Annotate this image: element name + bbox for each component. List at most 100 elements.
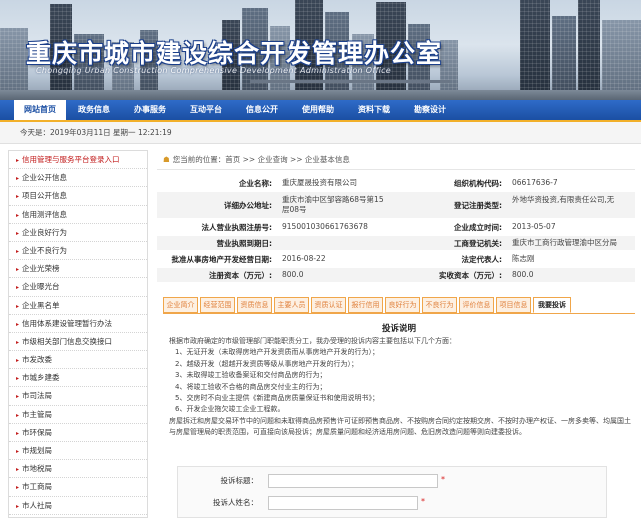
sidebar-item[interactable]: ▸ 企业公开信息 bbox=[9, 169, 147, 188]
nav-services[interactable]: 办事服务 bbox=[124, 100, 176, 120]
bullet-arrow-icon: ▸ bbox=[16, 193, 20, 201]
nav-gov-info[interactable]: 政务信息 bbox=[70, 100, 118, 120]
site-subtitle: Chongqing Urban Construction Comprehensi… bbox=[36, 66, 392, 75]
tab-evaluation[interactable]: 评价信息 bbox=[459, 297, 494, 313]
sidebar-item[interactable]: ▸ 企业不良行为 bbox=[9, 242, 147, 261]
skyline-building bbox=[578, 0, 600, 100]
approval-date: 2016-08-22 bbox=[282, 254, 326, 263]
complaint-note: 房屋拆迁和房屋交易环节中的问题和未取得商品房预售许可证即预售商品房、不按购房合同… bbox=[169, 416, 631, 437]
sidebar-item[interactable]: ▸ 市级相关部门信息交换接口 bbox=[9, 333, 147, 352]
bullet-arrow-icon: ▸ bbox=[16, 247, 20, 255]
tab-business-scope[interactable]: 经营范围 bbox=[200, 297, 235, 313]
breadcrumb-path[interactable]: 首页 >> 企业查询 >> 企业基本信息 bbox=[225, 155, 350, 164]
sidebar-item[interactable]: ▸ 市城乡建委 bbox=[9, 369, 147, 388]
bullet-arrow-icon: ▸ bbox=[16, 157, 20, 164]
complainant-name-input[interactable] bbox=[268, 496, 418, 510]
paid-capital: 800.0 bbox=[512, 270, 534, 279]
sidebar-item[interactable]: ▸ 信用体系建设管理暂行办法 bbox=[9, 315, 147, 333]
sidebar: ▸ 信用管理与服务平台登录入口 ▸ 企业公开信息 ▸ 项目公开信息 ▸ 信用测评信息 ▸… bbox=[8, 150, 148, 518]
bullet-arrow-icon: ▸ bbox=[16, 211, 20, 219]
bullet-arrow-icon: ▸ bbox=[16, 357, 20, 365]
tab-certification[interactable]: 资质认证 bbox=[311, 297, 346, 313]
sidebar-item[interactable]: ▸ 市发改委 bbox=[9, 351, 147, 370]
bullet-arrow-icon: ▸ bbox=[16, 302, 20, 310]
info-row: 批准从事房地产开发经营日期: 2016-08-22 法定代表人: 陈志刚 bbox=[171, 254, 535, 264]
nav-home[interactable]: 网站首页 bbox=[14, 100, 66, 120]
bullet-arrow-icon: ▸ bbox=[16, 229, 20, 237]
sidebar-item-credit-login[interactable]: ▸ 信用管理与服务平台登录入口 bbox=[9, 151, 147, 170]
sidebar-item[interactable]: ▸ 企业黑名单 bbox=[9, 297, 147, 315]
bridge bbox=[250, 80, 450, 83]
skyline-building bbox=[520, 0, 550, 100]
founded-date: 2013-05-07 bbox=[512, 222, 556, 231]
date-bar: 今天是：2019年03月11日 星期一 12:21:19 bbox=[0, 122, 641, 144]
info-row: 企业名称: 重庆厦晟投资有限公司 组织机构代码: 06617636-7 bbox=[239, 178, 558, 188]
sidebar-item[interactable]: ▸ 市环保局 bbox=[9, 424, 147, 442]
location-pin-icon: ☗ bbox=[163, 155, 170, 164]
info-row: 注册资本（万元）: 800.0 实收资本（万元）: 800.0 bbox=[157, 268, 635, 282]
sidebar-item[interactable]: ▸ 市人社局 bbox=[9, 497, 147, 515]
nav-downloads[interactable]: 资料下载 bbox=[348, 100, 400, 120]
skyline-building bbox=[602, 20, 641, 100]
org-code: 06617636-7 bbox=[512, 178, 558, 187]
nav-survey-design[interactable]: 勘察设计 bbox=[404, 100, 456, 120]
bullet-arrow-icon: ▸ bbox=[16, 466, 20, 474]
complaint-title: 投诉说明 bbox=[381, 324, 416, 334]
bullet-arrow-icon: ▸ bbox=[16, 375, 20, 383]
complaint-item: 5、交房时不向业主提供《新建商品房质量保证书和使用说明书》； bbox=[175, 394, 379, 403]
bullet-arrow-icon: ▸ bbox=[16, 266, 20, 274]
tab-credit[interactable]: 报行信用 bbox=[348, 297, 383, 313]
breadcrumb: ☗ 您当前的位置：首页 >> 企业查询 >> 企业基本信息 bbox=[157, 150, 635, 170]
registered-capital: 800.0 bbox=[282, 270, 304, 279]
nav-interactive[interactable]: 互动平台 bbox=[180, 100, 232, 120]
main-nav: 网站首页 政务信息 办事服务 互动平台 信息公开 使用帮助 资料下载 勘察设计 bbox=[0, 100, 641, 122]
bullet-arrow-icon: ▸ bbox=[16, 429, 20, 437]
sidebar-item[interactable]: ▸ 市规划局 bbox=[9, 442, 147, 461]
sidebar-item[interactable]: ▸ 企业曝光台 bbox=[9, 278, 147, 297]
complaint-title-input[interactable] bbox=[268, 474, 438, 488]
sidebar-item[interactable]: ▸ 企业良好行为 bbox=[9, 224, 147, 242]
required-mark: * bbox=[421, 497, 425, 506]
license-number: 915001030661763678 bbox=[282, 222, 368, 231]
bullet-arrow-icon: ▸ bbox=[16, 484, 20, 492]
form-row-name: 投诉人姓名： * bbox=[178, 493, 608, 513]
tab-projects[interactable]: 项目信息 bbox=[496, 297, 531, 313]
complaint-item: 3、未取得竣工验收备案证和交付商品房的行为； bbox=[175, 371, 327, 380]
site-title: 重庆市城市建设综合开发管理办公室 bbox=[26, 39, 443, 68]
required-mark: * bbox=[441, 475, 445, 484]
company-name: 重庆厦晟投资有限公司 bbox=[282, 178, 357, 187]
bullet-arrow-icon: ▸ bbox=[16, 175, 20, 183]
complaint-item: 1、无证开发（未取得房地产开发资质而从事房地产开发的行为）； bbox=[175, 348, 379, 357]
complaint-item: 2、越级开发（超越开发资质等级从事房地产开发的行为）； bbox=[175, 359, 358, 368]
sidebar-item[interactable]: ▸ 项目公开信息 bbox=[9, 187, 147, 206]
info-row: 营业执照到期日: 工商登记机关: 重庆市工商行政管理渝中区分局 bbox=[157, 236, 635, 250]
tab-profile[interactable]: 企业简介 bbox=[163, 297, 198, 313]
nav-info-public[interactable]: 信息公开 bbox=[236, 100, 288, 120]
sidebar-item[interactable]: ▸ 市司法局 bbox=[9, 387, 147, 406]
tab-bad-behavior[interactable]: 不良行为 bbox=[422, 297, 457, 313]
sidebar-item[interactable]: ▸ 市主管局 bbox=[9, 406, 147, 424]
sidebar-item[interactable]: ▸ 企业光荣榜 bbox=[9, 260, 147, 279]
form-row-title: 投诉标题： * bbox=[178, 471, 608, 491]
bullet-arrow-icon: ▸ bbox=[16, 411, 20, 419]
tab-complaint[interactable]: 我要投诉 bbox=[533, 297, 571, 313]
info-row: 详细办公地址: 重庆市渝中区邹容路68号第15层08号 登记注册类型: 外地华资… bbox=[157, 192, 635, 218]
bullet-arrow-icon: ▸ bbox=[16, 393, 20, 401]
tab-key-staff[interactable]: 主要人员 bbox=[274, 297, 309, 313]
riverbank bbox=[0, 90, 641, 100]
tab-good-behavior[interactable]: 良好行为 bbox=[385, 297, 420, 313]
info-row: 法人营业执照注册号: 915001030661763678 企业成立时间: 20… bbox=[201, 222, 556, 232]
bullet-arrow-icon: ▸ bbox=[16, 320, 20, 328]
bullet-arrow-icon: ▸ bbox=[16, 448, 20, 455]
sidebar-item[interactable]: ▸ 市地税局 bbox=[9, 460, 147, 479]
complaint-item: 4、将竣工验收不合格的商品房交付业主的行为； bbox=[175, 382, 327, 391]
legal-representative: 陈志刚 bbox=[512, 254, 535, 263]
registration-authority: 重庆市工商行政管理渝中区分局 bbox=[512, 238, 617, 247]
sidebar-item[interactable]: ▸ 市工商局 bbox=[9, 478, 147, 497]
info-tabs: 企业简介 经营范围 资质信息 主要人员 资质认证 报行信用 良好行为 不良行为 … bbox=[163, 297, 635, 314]
nav-help[interactable]: 使用帮助 bbox=[292, 100, 344, 120]
tab-qualification[interactable]: 资质信息 bbox=[237, 297, 272, 313]
bullet-arrow-icon: ▸ bbox=[16, 502, 20, 510]
sidebar-item[interactable]: ▸ 信用测评信息 bbox=[9, 206, 147, 224]
complaint-intro: 根据市政府确定的市级管理部门职能职责分工，我办受理的投诉内容主要包括以下几个方面… bbox=[169, 337, 456, 345]
